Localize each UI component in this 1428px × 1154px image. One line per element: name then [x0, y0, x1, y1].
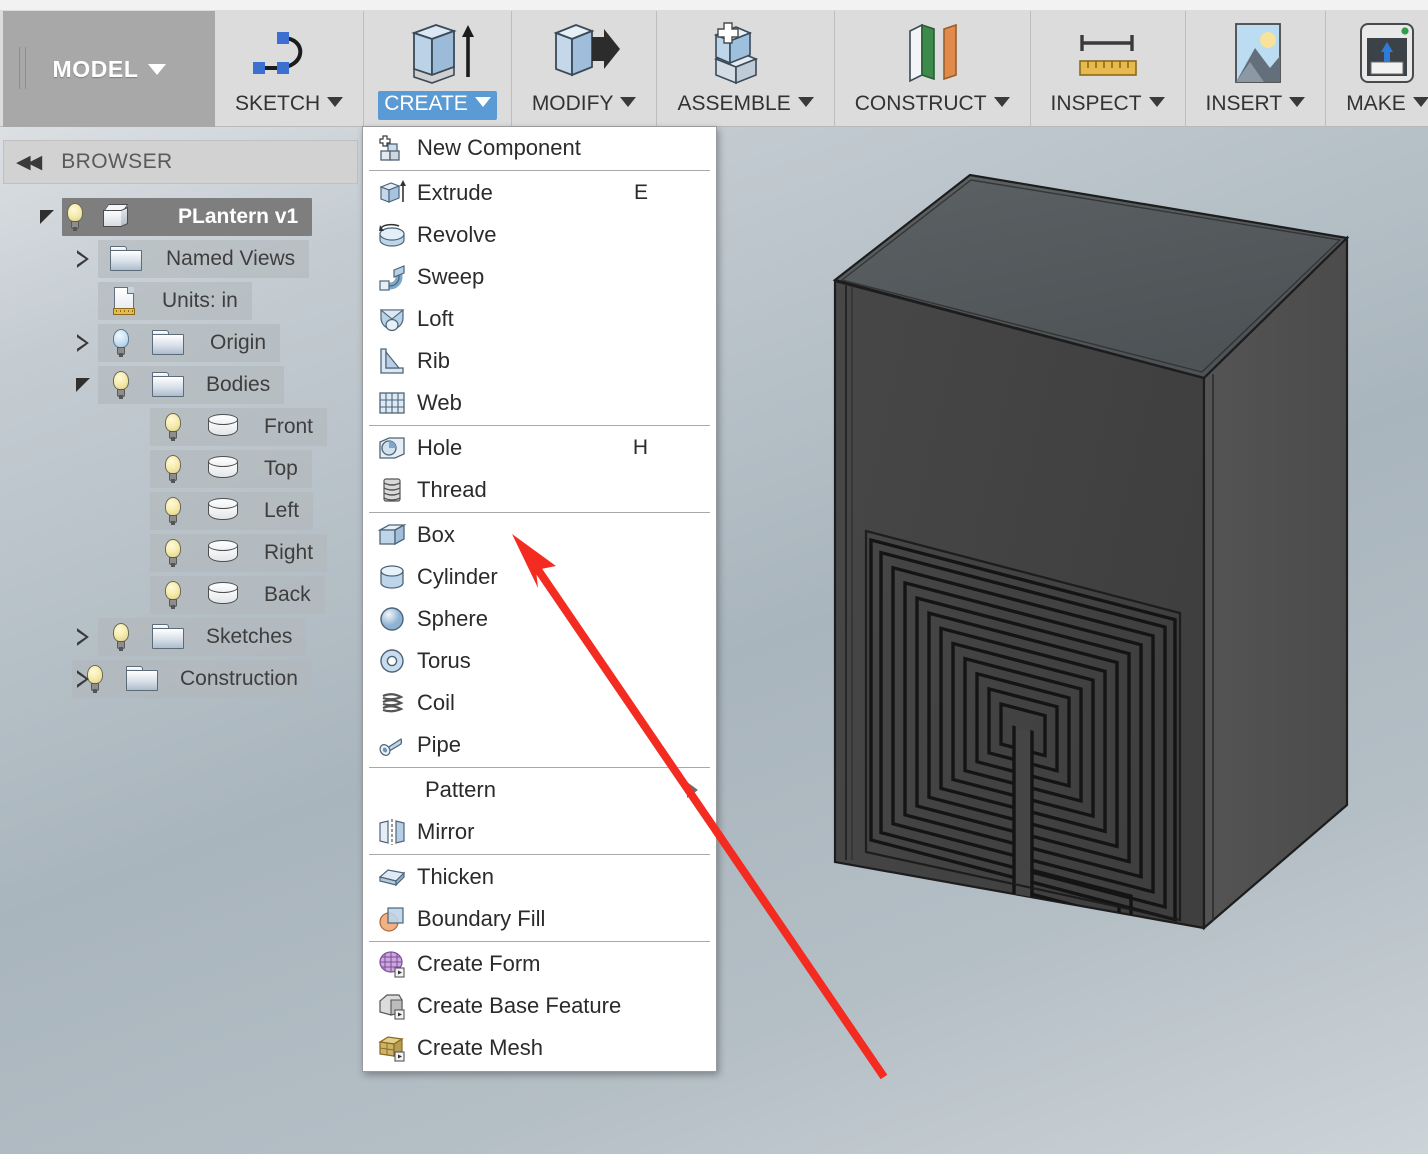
create-form-icon: [377, 949, 407, 979]
menu-item-label: Sphere: [417, 606, 488, 631]
web-icon: [377, 388, 407, 418]
menu-item-label: Thicken: [417, 864, 495, 889]
menu-separator: [369, 854, 710, 855]
menu-item-sphere[interactable]: Sphere: [363, 598, 716, 640]
menu-item-new-component[interactable]: New Component: [363, 127, 716, 169]
create-dropdown-menu: New Component Extrude E Revolve Sweep Lo…: [362, 126, 717, 1072]
mirror-icon: [377, 817, 407, 847]
menu-item-label: Boundary Fill: [417, 906, 546, 931]
menu-item-rib[interactable]: Rib: [363, 340, 716, 382]
rib-icon: [377, 346, 407, 376]
menu-item-pipe[interactable]: Pipe: [363, 724, 716, 766]
menu-item-label: Create Mesh: [417, 1035, 543, 1060]
extrude-icon: [377, 178, 407, 208]
menu-item-label: Create Form: [417, 951, 541, 976]
chevron-right-icon: [687, 782, 698, 798]
menu-item-cylinder[interactable]: Cylinder: [363, 556, 716, 598]
fusion360-window: MODEL SKETCH CREATE MODIFY ASSEMBLE CONS…: [0, 0, 1428, 1154]
menu-item-create-form[interactable]: Create Form: [363, 943, 716, 985]
menu-item-label: Coil: [417, 690, 455, 715]
menu-item-label: Web: [417, 390, 462, 415]
menu-item-mirror[interactable]: Mirror: [363, 811, 716, 853]
thicken-icon: [377, 862, 407, 892]
menu-item-shortcut: E: [633, 181, 648, 204]
box-icon: [377, 520, 407, 550]
menu-item-hole[interactable]: Hole H: [363, 427, 716, 469]
cylinder-icon: [377, 562, 407, 592]
menu-item-label: Torus: [417, 648, 471, 673]
sweep-icon: [377, 262, 407, 292]
menu-item-loft[interactable]: Loft: [363, 298, 716, 340]
menu-item-extrude[interactable]: Extrude E: [363, 172, 716, 214]
revolve-icon: [377, 220, 407, 250]
menu-item-label: Revolve: [417, 222, 497, 247]
menu-item-label: New Component: [417, 135, 581, 160]
create-base-feature-icon: [377, 991, 407, 1021]
menu-item-label: Create Base Feature: [417, 993, 622, 1018]
menu-item-thicken[interactable]: Thicken: [363, 856, 716, 898]
menu-item-revolve[interactable]: Revolve: [363, 214, 716, 256]
menu-item-label: Extrude: [417, 180, 493, 205]
menu-item-label: Rib: [417, 348, 451, 373]
menu-item-label: Pipe: [417, 732, 462, 757]
loft-icon: [377, 304, 407, 334]
menu-separator: [369, 170, 710, 171]
menu-item-label: Cylinder: [417, 564, 498, 589]
sphere-icon: [377, 604, 407, 634]
coil-icon: [377, 688, 407, 718]
menu-item-box[interactable]: Box: [363, 514, 716, 556]
torus-icon: [377, 646, 407, 676]
menu-item-sweep[interactable]: Sweep: [363, 256, 716, 298]
boundary-fill-icon: [377, 904, 407, 934]
thread-icon: [377, 475, 407, 505]
menu-item-create-mesh[interactable]: Create Mesh: [363, 1027, 716, 1069]
menu-item-web[interactable]: Web: [363, 382, 716, 424]
menu-item-label: Mirror: [417, 819, 475, 844]
menu-item-create-base-feature[interactable]: Create Base Feature: [363, 985, 716, 1027]
hole-icon: [377, 433, 407, 463]
menu-item-label: Loft: [417, 306, 454, 331]
menu-item-label: Hole: [417, 435, 463, 460]
menu-item-coil[interactable]: Coil: [363, 682, 716, 724]
menu-item-label: Pattern: [425, 777, 496, 802]
menu-item-label: Sweep: [417, 264, 485, 289]
create-mesh-icon: [377, 1033, 407, 1063]
menu-separator: [369, 425, 710, 426]
new-component-icon: [377, 133, 407, 163]
menu-item-pattern[interactable]: Pattern: [363, 769, 716, 811]
menu-item-label: Box: [417, 522, 455, 547]
pipe-icon: [377, 730, 407, 760]
menu-separator: [369, 767, 710, 768]
menu-item-boundary-fill[interactable]: Boundary Fill: [363, 898, 716, 940]
menu-item-torus[interactable]: Torus: [363, 640, 716, 682]
menu-item-label: Thread: [417, 477, 487, 502]
menu-separator: [369, 512, 710, 513]
menu-separator: [369, 941, 710, 942]
menu-item-shortcut: H: [632, 436, 648, 459]
menu-item-thread[interactable]: Thread: [363, 469, 716, 511]
